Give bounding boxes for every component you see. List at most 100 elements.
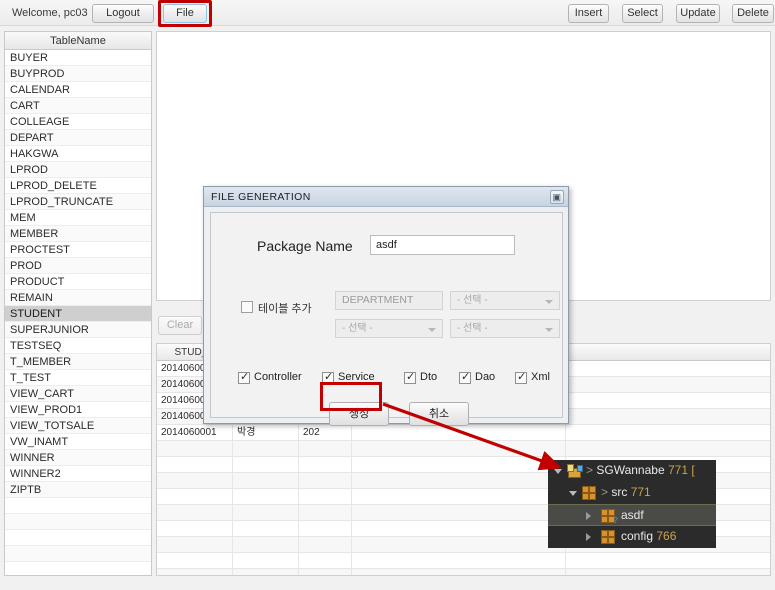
tree-row-label: > src 771 <box>601 485 651 499</box>
result-table-cell <box>299 521 352 536</box>
table-list-item[interactable]: STUDENT <box>5 306 151 322</box>
result-table-cell <box>299 441 352 456</box>
result-table-cell <box>157 473 233 488</box>
logout-button[interactable]: Logout <box>92 4 154 23</box>
result-table-cell <box>299 505 352 520</box>
result-table-empty-row <box>157 553 770 569</box>
result-table-cell <box>157 457 233 472</box>
checkbox-service-checked-icon[interactable] <box>322 370 334 384</box>
result-table-cell: 2014060001 <box>157 425 233 440</box>
table-list-item[interactable]: LPROD_TRUNCATE <box>5 194 151 210</box>
table-list-item[interactable]: BUYER <box>5 50 151 66</box>
result-table-cell <box>233 505 299 520</box>
select-dropdown-1[interactable]: - 선택 - <box>450 291 560 310</box>
file-generation-dialog: FILE GENERATION ▣ Package Name asdf 테이블 … <box>203 186 569 426</box>
table-list-item[interactable]: LPROD_DELETE <box>5 178 151 194</box>
checkbox-controller-checked-icon[interactable] <box>238 370 250 384</box>
result-table-cell <box>233 569 299 575</box>
tree-row-asdf[interactable]: ? asdf <box>548 504 716 526</box>
welcome-text: Welcome, pc03 <box>12 7 88 19</box>
chevron-down-icon[interactable] <box>569 491 577 496</box>
result-table-cell <box>299 537 352 552</box>
dialog-body: Package Name asdf 테이블 추가 DEPARTMENT - 선택… <box>210 212 563 426</box>
package-root-icon <box>582 486 597 500</box>
table-name-field-disabled[interactable]: DEPARTMENT <box>335 291 443 310</box>
application-window: Welcome, pc03 Logout File Insert Select … <box>0 0 775 590</box>
top-toolbar: Welcome, pc03 Logout File Insert Select … <box>0 0 775 26</box>
insert-button[interactable]: Insert <box>568 4 609 23</box>
table-list-item[interactable]: HAKGWA <box>5 146 151 162</box>
file-button[interactable]: File <box>163 4 207 23</box>
result-table-empty-row <box>157 569 770 575</box>
table-list-item[interactable]: VIEW_PROD1 <box>5 402 151 418</box>
select-dropdown-2[interactable]: - 선택 - <box>335 319 443 338</box>
option-label: Dao <box>475 371 496 383</box>
table-list-item[interactable]: PRODUCT <box>5 274 151 290</box>
table-list-item[interactable]: CART <box>5 98 151 114</box>
table-list-item[interactable]: PROCTEST <box>5 242 151 258</box>
table-list-item[interactable]: COLLEAGE <box>5 114 151 130</box>
checkbox-xml-checked-icon[interactable] <box>515 370 527 384</box>
result-table-row[interactable]: 2014060001 박경 202 <box>157 425 770 441</box>
chevron-down-icon[interactable] <box>554 469 562 474</box>
table-list-empty-row <box>5 546 151 562</box>
result-table-cell <box>157 553 233 568</box>
update-button[interactable]: Update <box>676 4 720 23</box>
result-table-cell <box>157 569 233 575</box>
table-list-item[interactable]: T_MEMBER <box>5 354 151 370</box>
close-icon[interactable]: ▣ <box>550 190 564 204</box>
package-name-label: Package Name <box>257 238 353 254</box>
table-list-empty-row <box>5 498 151 514</box>
checkbox-dao-checked-icon[interactable] <box>459 370 471 384</box>
table-list-item[interactable]: REMAIN <box>5 290 151 306</box>
result-table-cell <box>157 537 233 552</box>
package-name-input[interactable]: asdf <box>370 235 515 255</box>
cancel-button[interactable]: 취소 <box>409 402 469 426</box>
checkbox-dto-checked-icon[interactable] <box>404 370 416 384</box>
table-list-item[interactable]: BUYPROD <box>5 66 151 82</box>
tree-row-config[interactable]: config 766 <box>548 526 716 548</box>
delete-button[interactable]: Delete <box>732 4 774 23</box>
add-table-checkbox[interactable] <box>241 301 253 313</box>
result-table-cell <box>233 489 299 504</box>
select-button[interactable]: Select <box>622 4 663 23</box>
table-list-item[interactable]: WINNER2 <box>5 466 151 482</box>
tree-row-label: config 766 <box>621 529 677 543</box>
tree-row-src[interactable]: > src 771 <box>548 482 716 504</box>
result-table-cell <box>352 441 566 456</box>
package-icon <box>601 530 616 544</box>
table-name-header: TableName <box>5 32 151 50</box>
generate-button[interactable]: 생성 <box>329 402 389 426</box>
table-list-item[interactable]: ZIPTB <box>5 482 151 498</box>
table-list-item[interactable]: CALENDAR <box>5 82 151 98</box>
table-list-item[interactable]: MEMBER <box>5 226 151 242</box>
result-table-cell <box>299 457 352 472</box>
table-list-item[interactable]: WINNER <box>5 450 151 466</box>
tree-row-sgwannabe[interactable]: > SGWannabe 771 [ <box>548 460 716 482</box>
table-list-item[interactable]: SUPERJUNIOR <box>5 322 151 338</box>
result-table-cell <box>157 441 233 456</box>
chevron-right-icon[interactable] <box>586 533 591 541</box>
table-list-item[interactable]: TESTSEQ <box>5 338 151 354</box>
clear-button[interactable]: Clear <box>158 316 202 335</box>
select-dropdown-3[interactable]: - 선택 - <box>450 319 560 338</box>
result-table-cell <box>299 489 352 504</box>
result-table-cell <box>233 553 299 568</box>
table-list-item[interactable]: VIEW_TOTSALE <box>5 418 151 434</box>
table-list-empty-row <box>5 514 151 530</box>
chevron-right-icon[interactable] <box>586 512 591 520</box>
result-table-cell <box>157 505 233 520</box>
table-list-item[interactable]: VW_INAMT <box>5 434 151 450</box>
tree-row-label: > SGWannabe 771 [ <box>586 463 695 477</box>
table-list-item[interactable]: PROD <box>5 258 151 274</box>
table-list-item[interactable]: MEM <box>5 210 151 226</box>
dialog-title-text: FILE GENERATION <box>211 191 311 203</box>
result-table-cell <box>352 505 566 520</box>
project-explorer-tree[interactable]: > SGWannabe 771 [ > src 771 ? asdf config 76… <box>548 460 716 548</box>
table-list-item[interactable]: LPROD <box>5 162 151 178</box>
table-name-list[interactable]: BUYER BUYPROD CALENDAR CART COLLEAGE DEPART HA… <box>5 50 151 575</box>
table-name-panel: TableName BUYER BUYPROD CALENDAR CART COLLEA… <box>4 31 152 576</box>
table-list-item[interactable]: T_TEST <box>5 370 151 386</box>
table-list-item[interactable]: VIEW_CART <box>5 386 151 402</box>
table-list-item[interactable]: DEPART <box>5 130 151 146</box>
